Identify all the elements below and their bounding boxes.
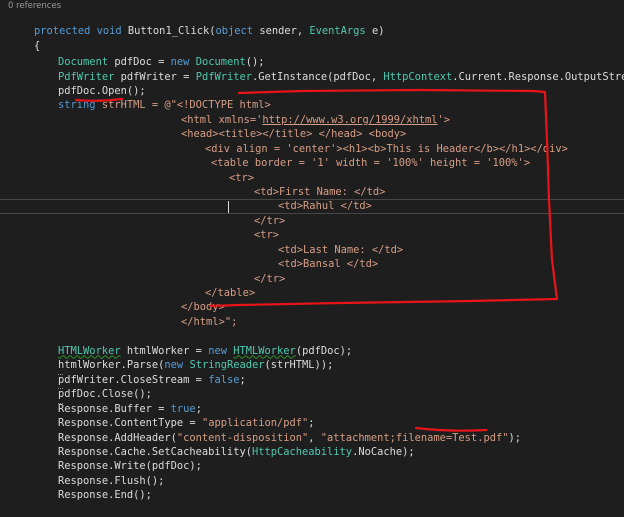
keyword-false: false <box>208 373 240 386</box>
code-line-7: <html xmlns='http://www.w3.org/1999/xhtm… <box>156 98 450 126</box>
code-line-32: Response.End(); <box>33 473 152 501</box>
param-sender: sender, <box>259 24 304 37</box>
code-line-1: protected void Button1_Click(object send… <box>9 9 384 37</box>
html-close-tag: </html>"; <box>181 315 238 328</box>
code-line-10: <table border = '1' width = '100%' heigh… <box>186 141 530 169</box>
stringreader-args: (strHTML)); <box>264 358 334 371</box>
code-line-29: Response.Cache.SetCacheability(HttpCache… <box>33 430 415 458</box>
current-line-highlight <box>0 199 624 214</box>
code-line-27: Response.ContentType = "application/pdf"… <box>33 401 315 429</box>
code-line-30: Response.Write(pdfDoc); <box>33 444 202 472</box>
code-line-2: { <box>9 24 40 52</box>
code-line-19: </table> <box>180 271 255 299</box>
type-pdfwriter-static: PdfWriter <box>195 70 253 83</box>
code-line-11: <tr> <box>204 156 254 184</box>
method-name: Button1_Click( <box>127 24 216 37</box>
keyword-string: string <box>58 98 96 111</box>
code-line-15: <tr> <box>229 213 279 241</box>
code-editor[interactable]: 0 references protected void Button1_Clic… <box>0 0 624 501</box>
code-line-22: HTMLWorker htmlWorker = new HTMLWorker(p… <box>33 329 352 357</box>
keyword-object: object <box>215 24 254 37</box>
close-28: ); <box>508 431 521 444</box>
outputstream-chain: .Current.Response.OutputStream); <box>452 70 624 83</box>
code-line-3: Document pdfDoc = new Document(); <box>33 40 265 68</box>
nocache-arg: .NoCache); <box>352 445 415 458</box>
code-line-28: Response.AddHeader("content-disposition"… <box>33 416 521 444</box>
code-line-23: htmlWorker.Parse(new StringReader(strHTM… <box>33 343 333 371</box>
type-eventargs: EventArgs <box>309 24 366 37</box>
semicolon-24: ; <box>239 373 246 386</box>
code-line-4: PdfWriter pdfWriter = PdfWriter.GetInsta… <box>33 55 624 83</box>
code-line-25: pdfDoc.Close(); <box>33 372 152 400</box>
code-line-8: <head><title></title> </head> <body> <box>156 112 406 140</box>
code-line-21: </html>"; <box>156 300 237 328</box>
code-line-17: <td>Bansal </td> <box>253 242 378 270</box>
code-line-26: Response.Buffer = true; <box>33 387 202 415</box>
keyword-protected: protected <box>34 24 91 37</box>
code-line-20: </body> <box>156 285 225 313</box>
code-line-5: pdfDoc.Open(); <box>33 69 146 97</box>
code-line-16: <td>Last Name: </td> <box>253 228 403 256</box>
param-e: e) <box>371 24 385 37</box>
td-bansal: <td>Bansal </td> <box>278 257 379 270</box>
code-line-14: </tr> <box>229 199 285 227</box>
code-line-13: <td>Rahul </td> <box>253 184 372 212</box>
code-line-6: string strHTML = @"<!DOCTYPE html> <box>33 83 271 111</box>
response-end: Response.End(); <box>58 488 152 501</box>
code-line-31: Response.Flush(); <box>33 459 164 487</box>
table-open-tag: <table border = '1' width = '100%' heigh… <box>211 156 531 169</box>
code-line-9: <div align = 'center'><h1><b>This is Hea… <box>180 127 568 155</box>
type-httpcacheability: HttpCacheability <box>251 445 353 458</box>
code-line-24: pdfWriter.CloseStream = false; <box>33 358 246 386</box>
keyword-void: void <box>96 24 122 37</box>
getinstance-call: .GetInstance(pdfDoc, <box>252 70 378 83</box>
tr-close-2: </tr> <box>254 272 286 285</box>
code-line-18: </tr> <box>229 257 285 285</box>
code-line-12: <td>First Name: </td> <box>229 170 385 198</box>
type-httpcontext: HttpContext <box>383 70 453 83</box>
html-open-tag-end: '> <box>437 113 451 126</box>
